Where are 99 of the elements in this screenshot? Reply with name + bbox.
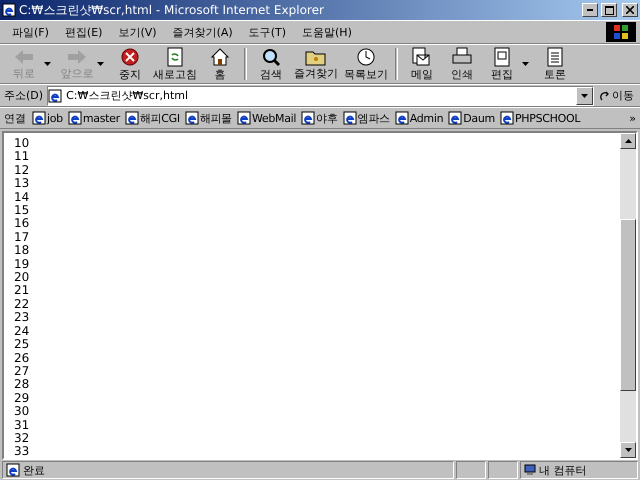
status-text: 완료 xyxy=(23,462,45,478)
link-item[interactable]: 해피CGI xyxy=(124,110,180,126)
line-number: 12 xyxy=(14,164,30,178)
toolbar-button[interactable]: 새로고침 xyxy=(150,46,200,82)
link-item[interactable]: Daum xyxy=(448,111,495,125)
line-number: 32 xyxy=(14,432,30,446)
toolbar-button[interactable]: 즐겨찾기 xyxy=(291,48,341,80)
browser-page-icon xyxy=(124,111,139,125)
browser-page-icon xyxy=(236,111,251,125)
windows-logo xyxy=(606,22,636,42)
browser-page-icon xyxy=(342,111,357,125)
refresh-icon xyxy=(166,46,184,66)
toolbar-button[interactable]: 중지 xyxy=(110,46,150,82)
close-icon xyxy=(626,6,634,14)
line-number: 25 xyxy=(14,338,30,352)
line-number: 14 xyxy=(14,190,30,204)
toolbar-button[interactable]: 토론 xyxy=(535,46,575,82)
browser-page-icon xyxy=(184,111,199,125)
link-item[interactable]: 엠파스 xyxy=(342,110,390,126)
toolbar-button[interactable]: 편집 xyxy=(482,46,522,82)
note-icon xyxy=(546,46,564,66)
line-number: 23 xyxy=(14,311,30,325)
line-number: 21 xyxy=(14,284,30,298)
line-number: 29 xyxy=(14,392,30,406)
stop-icon xyxy=(120,46,140,66)
line-number: 16 xyxy=(14,217,30,231)
house-icon xyxy=(210,46,230,66)
line-number: 19 xyxy=(14,258,30,272)
browser-page-icon xyxy=(301,111,316,125)
down-arrow-icon xyxy=(624,448,632,452)
browser-page-icon xyxy=(394,111,409,125)
menu-item[interactable]: 즐겨찾기(A) xyxy=(164,24,241,40)
up-arrow-icon xyxy=(624,139,632,143)
go-button[interactable]: 이동 xyxy=(598,88,636,103)
toolbar-button[interactable]: 인쇄 xyxy=(442,46,482,82)
line-number: 10 xyxy=(14,137,30,150)
line-number: 11 xyxy=(14,150,30,164)
line-number: 33 xyxy=(14,445,30,459)
toolbar-button[interactable]: 홈 xyxy=(200,46,240,82)
more-links[interactable]: » xyxy=(629,112,636,124)
computer-icon xyxy=(524,464,536,476)
menu-item[interactable]: 파일(F) xyxy=(4,24,57,40)
printer-icon xyxy=(451,46,473,66)
curved-arrow-icon xyxy=(600,90,610,100)
line-number: 27 xyxy=(14,364,30,378)
link-item[interactable]: Admin xyxy=(394,111,444,125)
link-item[interactable]: master xyxy=(68,111,120,125)
line-number: 15 xyxy=(14,204,30,218)
caret-icon xyxy=(581,94,588,98)
line-number: 18 xyxy=(14,244,30,258)
browser-page-icon xyxy=(2,3,16,17)
scroll-thumb[interactable] xyxy=(620,219,636,391)
search-icon xyxy=(261,46,281,66)
left-arrow-icon xyxy=(13,48,35,66)
link-item[interactable]: PHPSCHOOL xyxy=(500,111,580,125)
link-item[interactable]: 해피몰 xyxy=(184,110,232,126)
link-item[interactable]: WebMail xyxy=(236,111,296,125)
scrollbar[interactable] xyxy=(620,133,636,458)
caret-icon[interactable] xyxy=(522,62,529,66)
maximize-button[interactable] xyxy=(601,3,617,17)
right-arrow-icon xyxy=(66,48,88,66)
browser-page-icon xyxy=(48,88,62,102)
line-number: 26 xyxy=(14,352,30,365)
line-number: 13 xyxy=(14,177,30,191)
line-number: 30 xyxy=(14,405,30,419)
address-label: 주소(D) xyxy=(4,88,44,103)
menu-item[interactable]: 보기(V) xyxy=(110,24,165,40)
line-number: 17 xyxy=(14,230,30,244)
dropdown-button[interactable] xyxy=(576,86,593,104)
line-number: 31 xyxy=(14,418,30,432)
browser-page-icon xyxy=(500,111,514,125)
link-item[interactable]: 야후 xyxy=(301,110,338,126)
browser-page-icon xyxy=(448,111,462,125)
menu-item[interactable]: 도움말(H) xyxy=(294,24,360,40)
line-number: 24 xyxy=(14,324,30,338)
toolbar-button[interactable]: 메일 xyxy=(402,46,442,82)
minimize-button[interactable] xyxy=(582,3,598,17)
menu-item[interactable]: 도구(T) xyxy=(240,24,294,40)
line-number: 28 xyxy=(14,378,30,392)
minimize-icon xyxy=(587,9,593,11)
line-number: 22 xyxy=(14,298,30,312)
link-item[interactable]: job xyxy=(32,111,63,125)
scroll-down-button[interactable] xyxy=(620,442,636,458)
scroll-up-button[interactable] xyxy=(620,133,636,149)
menu-item[interactable]: 편집(E) xyxy=(56,24,110,40)
toolbar-button[interactable]: 목록보기 xyxy=(341,46,391,82)
browser-page-icon xyxy=(68,111,82,125)
address-bar[interactable]: C:₩스크린샷₩scr,html xyxy=(47,86,594,106)
window-title: C:₩스크린샷₩scr,html - Microsoft Internet Explorer xyxy=(19,2,325,18)
browser-page-icon xyxy=(32,111,46,125)
clock-icon xyxy=(356,46,376,66)
line-number: 20 xyxy=(14,271,30,284)
zone-text: 내 컴퓨터 xyxy=(539,462,586,478)
document-icon xyxy=(493,46,511,66)
toolbar-button[interactable]: 검색 xyxy=(251,46,291,82)
browser-page-icon xyxy=(6,463,20,477)
maximize-icon xyxy=(604,6,614,14)
close-button[interactable] xyxy=(622,3,638,17)
links-label: 연결 xyxy=(4,110,26,126)
